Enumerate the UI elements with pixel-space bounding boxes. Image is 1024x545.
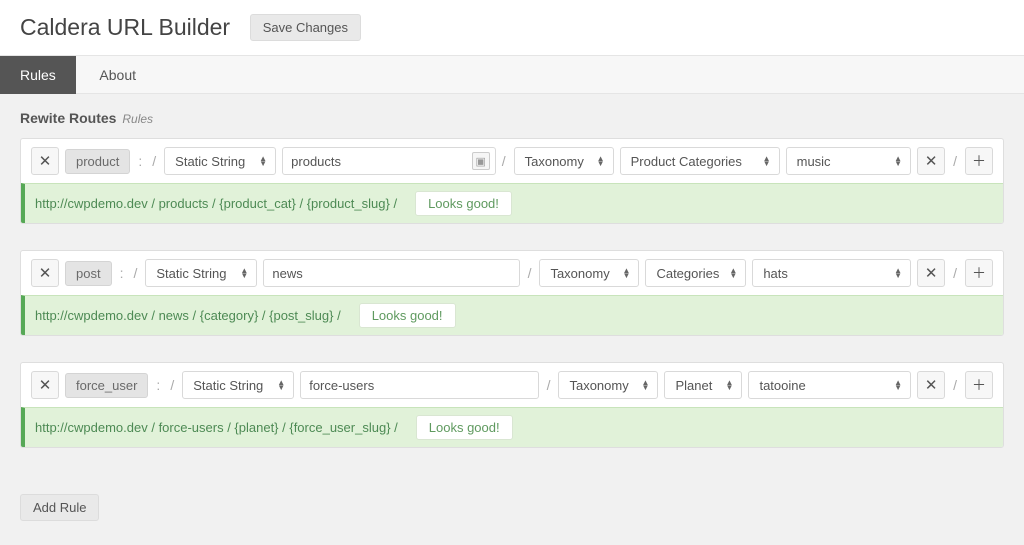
remove-rule-button[interactable]: ✕ xyxy=(31,371,59,399)
remove-rule-button[interactable]: ✕ xyxy=(31,259,59,287)
segment-type-select[interactable]: Taxonomy xyxy=(514,147,614,175)
separator-slash: / xyxy=(500,153,508,169)
segment-value-input[interactable] xyxy=(300,371,538,399)
page-title: Caldera URL Builder xyxy=(20,14,230,41)
term-select[interactable]: music xyxy=(786,147,912,175)
preview-url: http://cwpdemo.dev / products / {product… xyxy=(35,196,397,211)
select-value: Static String xyxy=(193,378,263,393)
separator-colon: : xyxy=(136,153,144,169)
segment-type-select[interactable]: Taxonomy xyxy=(558,371,658,399)
rule-tag: force_user xyxy=(65,373,148,398)
preview-bar: http://cwpdemo.dev / products / {product… xyxy=(21,183,1003,223)
updown-icon xyxy=(725,380,735,390)
separator-slash: / xyxy=(951,377,959,393)
tab-about[interactable]: About xyxy=(79,56,156,94)
select-value: tatooine xyxy=(759,378,805,393)
header: Caldera URL Builder Save Changes xyxy=(0,0,1024,56)
rule-block: ✕ product : / Static String ▣ / Taxonomy… xyxy=(20,138,1004,224)
remove-segment-button[interactable]: ✕ xyxy=(917,147,945,175)
select-value: music xyxy=(797,154,831,169)
preview-bar: http://cwpdemo.dev / news / {category} /… xyxy=(21,295,1003,335)
close-icon: ✕ xyxy=(39,152,52,170)
plus-icon: ＋ xyxy=(972,263,986,283)
select-value: Product Categories xyxy=(631,154,742,169)
tab-rules[interactable]: Rules xyxy=(0,56,76,94)
taxonomy-select[interactable]: Categories xyxy=(645,259,746,287)
select-value: Planet xyxy=(675,378,712,393)
remove-segment-button[interactable]: ✕ xyxy=(917,259,945,287)
rule-row: ✕ post : / Static String / Taxonomy Cate… xyxy=(21,251,1003,295)
updown-icon xyxy=(259,156,269,166)
add-segment-button[interactable]: ＋ xyxy=(965,371,993,399)
term-select[interactable]: tatooine xyxy=(748,371,911,399)
tabs: Rules About xyxy=(0,56,1024,94)
updown-icon xyxy=(597,156,607,166)
select-value: Taxonomy xyxy=(569,378,628,393)
remove-segment-button[interactable]: ✕ xyxy=(917,371,945,399)
select-value: hats xyxy=(763,266,788,281)
select-value: Static String xyxy=(156,266,226,281)
section-subtitle: Rules xyxy=(122,112,153,126)
close-icon: ✕ xyxy=(925,376,938,394)
close-icon: ✕ xyxy=(39,264,52,282)
section-title: Rewite Routes xyxy=(20,110,116,126)
separator-colon: : xyxy=(154,377,162,393)
separator-slash: / xyxy=(150,153,158,169)
updown-icon xyxy=(622,268,632,278)
updown-icon xyxy=(729,268,739,278)
rule-tag: post xyxy=(65,261,112,286)
plus-icon: ＋ xyxy=(972,375,986,395)
section-heading: Rewite Routes Rules xyxy=(20,110,1004,126)
close-icon: ✕ xyxy=(925,264,938,282)
taxonomy-select[interactable]: Planet xyxy=(664,371,742,399)
segment-value-input[interactable] xyxy=(263,259,519,287)
updown-icon xyxy=(277,380,287,390)
rule-block: ✕ post : / Static String / Taxonomy Cate… xyxy=(20,250,1004,336)
preview-bar: http://cwpdemo.dev / force-users / {plan… xyxy=(21,407,1003,447)
separator-slash: / xyxy=(545,377,553,393)
select-value: Taxonomy xyxy=(550,266,609,281)
preview-url: http://cwpdemo.dev / news / {category} /… xyxy=(35,308,341,323)
plus-icon: ＋ xyxy=(972,151,986,171)
remove-rule-button[interactable]: ✕ xyxy=(31,147,59,175)
separator-colon: : xyxy=(118,265,126,281)
separator-slash: / xyxy=(526,265,534,281)
rule-block: ✕ force_user : / Static String / Taxonom… xyxy=(20,362,1004,448)
select-value: Taxonomy xyxy=(525,154,584,169)
term-select[interactable]: hats xyxy=(752,259,911,287)
segment-value-input[interactable] xyxy=(282,147,496,175)
select-value: Static String xyxy=(175,154,245,169)
taxonomy-select[interactable]: Product Categories xyxy=(620,147,780,175)
close-icon: ✕ xyxy=(925,152,938,170)
add-segment-button[interactable]: ＋ xyxy=(965,147,993,175)
segment-type-select[interactable]: Static String xyxy=(164,147,276,175)
status-badge: Looks good! xyxy=(359,303,456,328)
contacts-icon[interactable]: ▣ xyxy=(472,152,490,170)
save-button[interactable]: Save Changes xyxy=(250,14,361,41)
separator-slash: / xyxy=(168,377,176,393)
segment-type-select[interactable]: Taxonomy xyxy=(539,259,639,287)
separator-slash: / xyxy=(951,265,959,281)
select-value: Categories xyxy=(656,266,719,281)
updown-icon xyxy=(763,156,773,166)
segment-type-select[interactable]: Static String xyxy=(182,371,294,399)
separator-slash: / xyxy=(131,265,139,281)
updown-icon xyxy=(240,268,250,278)
status-badge: Looks good! xyxy=(415,191,512,216)
status-badge: Looks good! xyxy=(416,415,513,440)
close-icon: ✕ xyxy=(39,376,52,394)
preview-url: http://cwpdemo.dev / force-users / {plan… xyxy=(35,420,398,435)
add-segment-button[interactable]: ＋ xyxy=(965,259,993,287)
separator-slash: / xyxy=(951,153,959,169)
content: Rewite Routes Rules ✕ product : / Static… xyxy=(0,94,1024,488)
rule-row: ✕ product : / Static String ▣ / Taxonomy… xyxy=(21,139,1003,183)
rule-tag: product xyxy=(65,149,130,174)
updown-icon xyxy=(894,380,904,390)
rule-row: ✕ force_user : / Static String / Taxonom… xyxy=(21,363,1003,407)
updown-icon xyxy=(894,156,904,166)
updown-icon xyxy=(641,380,651,390)
segment-type-select[interactable]: Static String xyxy=(145,259,257,287)
updown-icon xyxy=(894,268,904,278)
